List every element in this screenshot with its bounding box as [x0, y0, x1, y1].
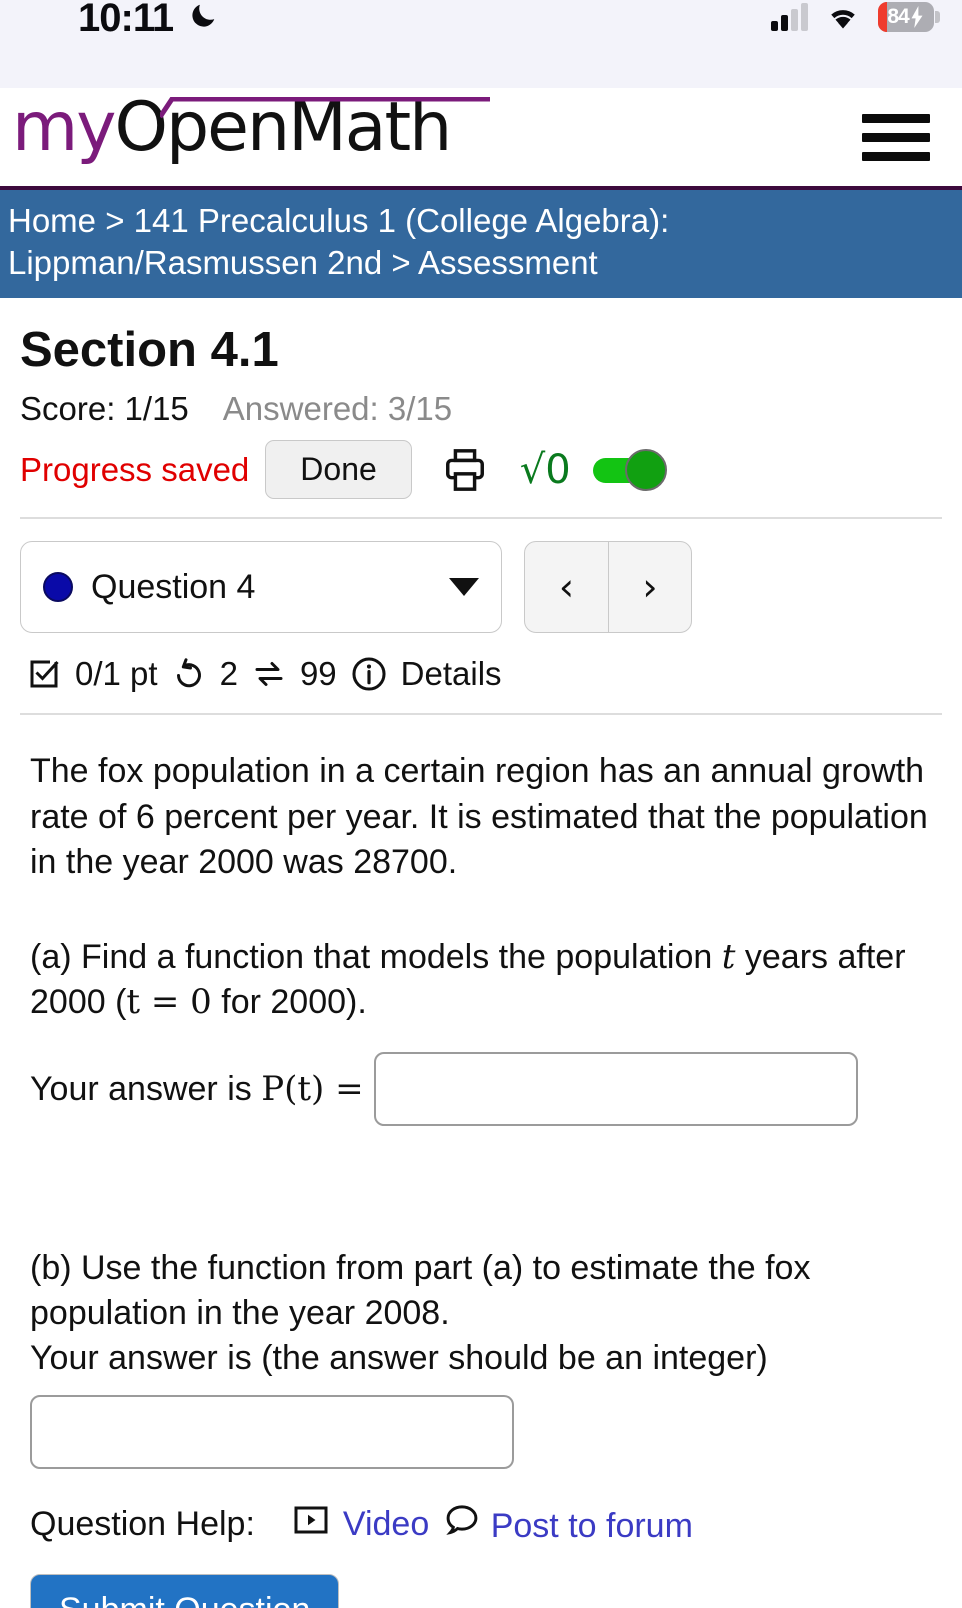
question-body: The fox population in a certain region h…	[20, 749, 942, 1025]
status-bar-time: 10:11	[78, 0, 174, 40]
divider-top	[20, 517, 942, 520]
question-intro: The fox population in a certain region h…	[30, 752, 928, 881]
wifi-icon	[831, 10, 855, 29]
battery-charging-icon: 84	[878, 2, 934, 32]
part-b-answer-prefix: Your answer is (the answer should be an …	[30, 1339, 768, 1377]
question-select[interactable]: Question 4	[20, 541, 502, 634]
done-button[interactable]: Done	[265, 440, 412, 500]
page-title: Section 4.1	[20, 323, 279, 378]
question-help-label: Question Help:	[30, 1505, 255, 1544]
part-a-text-before: (a) Find a function that models the popu…	[30, 938, 713, 977]
part-b-answer-input[interactable]	[30, 1395, 514, 1470]
logo-my-text: my	[12, 88, 116, 167]
chevron-down-icon	[449, 578, 479, 597]
printer-icon[interactable]	[442, 445, 488, 495]
breadcrumb[interactable]: Home > 141 Precalculus 1 (College Algebr…	[0, 190, 962, 299]
answered-label: Answered: 3/15	[222, 390, 453, 428]
post-to-forum-link[interactable]: Post to forum	[491, 1507, 693, 1545]
part-a-answer-row: Your answer is P(t) =	[20, 1051, 942, 1126]
battery-nub	[935, 11, 940, 23]
part-a-answer-label: Your answer is P(t) =	[30, 1069, 364, 1109]
score-label: Score: 1/15	[20, 390, 189, 428]
progress-row: Progress saved Done √0	[20, 440, 942, 500]
check-square-icon	[26, 656, 62, 692]
main-content: Section 4.1 Score: 1/15 Answered: 3/15 P…	[0, 322, 962, 1608]
video-link[interactable]: Video	[343, 1505, 429, 1544]
part-a-answer-input[interactable]	[373, 1051, 858, 1126]
question-part-a: (a) Find a function that models the popu…	[30, 935, 932, 1025]
score-row: Score: 1/15 Answered: 3/15	[20, 390, 942, 428]
status-bar: 10:11 84	[0, 0, 962, 88]
question-help-row: Question Help: Video Post to forum	[20, 1503, 942, 1546]
part-a-eq-t0: t = 0	[126, 982, 212, 1023]
prev-question-button[interactable]: ‹	[525, 542, 608, 632]
question-select-label: Question 4	[91, 567, 256, 606]
app-header: myOpenMath	[0, 88, 962, 190]
divider-meta	[20, 713, 942, 716]
question-part-b-body: (b) Use the function from part (a) to es…	[20, 1246, 942, 1382]
question-status-dot	[43, 572, 73, 603]
info-circle-icon[interactable]	[350, 655, 388, 693]
retry-count: 2	[219, 655, 238, 693]
submit-area: Submit Question	[20, 1574, 942, 1608]
question-prev-next-group: ‹ ›	[524, 541, 692, 634]
undo-arrow-icon	[171, 656, 207, 692]
submit-question-button[interactable]: Submit Question	[30, 1574, 340, 1608]
logo-radical-icon	[160, 97, 490, 119]
hamburger-menu-icon[interactable]	[862, 114, 930, 161]
question-points: 0/1 pt	[75, 655, 158, 693]
crescent-moon-icon	[192, 4, 215, 27]
part-a-answer-prefix: Your answer is	[30, 1069, 252, 1108]
square-root-icon[interactable]: √0	[520, 447, 571, 493]
question-nav-bar: Question 4 ‹ ›	[20, 541, 942, 634]
next-question-button[interactable]: ›	[608, 542, 691, 633]
progress-saved-status: Progress saved	[20, 450, 250, 488]
swap-arrows-icon	[251, 656, 287, 692]
status-bar-indicators: 84	[771, 2, 940, 32]
cellular-signal-icon	[771, 3, 808, 31]
math-entry-toggle[interactable]	[592, 448, 667, 491]
details-link[interactable]: Details	[401, 655, 502, 693]
breadcrumb-text: Home > 141 Precalculus 1 (College Algebr…	[8, 202, 670, 282]
question-part-b-text: (b) Use the function from part (a) to es…	[30, 1248, 811, 1332]
part-a-answer-math: P(t) =	[261, 1068, 364, 1109]
swap-count: 99	[299, 655, 337, 693]
video-play-icon[interactable]	[293, 1504, 329, 1545]
chat-bubble-icon[interactable]: Post to forum	[443, 1503, 693, 1546]
question-meta-row: 0/1 pt 2 99 Details	[20, 655, 942, 693]
part-a-var-t: t	[721, 937, 736, 978]
part-a-text-after: for 2000).	[221, 983, 367, 1022]
